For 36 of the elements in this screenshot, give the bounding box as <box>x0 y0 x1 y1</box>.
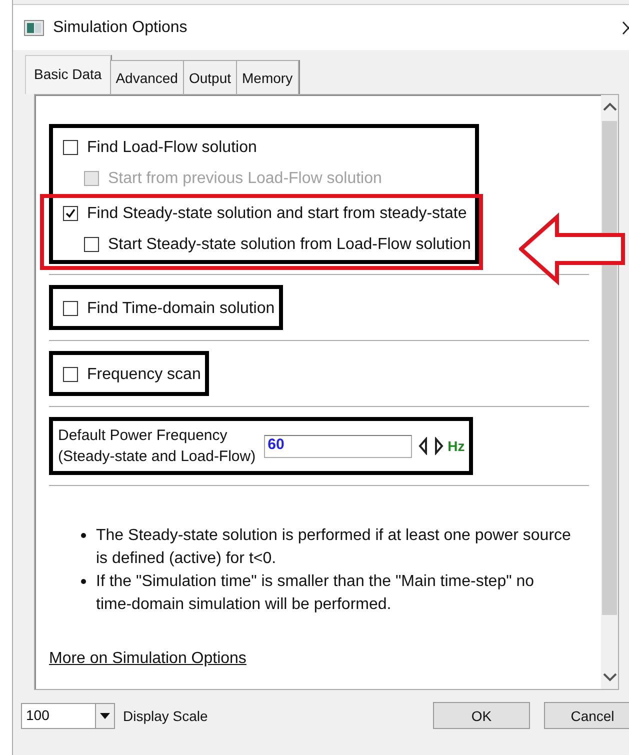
scroll-thumb[interactable] <box>602 121 617 615</box>
scroll-down-icon[interactable] <box>602 671 618 683</box>
scroll-bar[interactable] <box>601 95 618 689</box>
dialog-button[interactable]: OK <box>433 702 530 729</box>
checkbox-label: Frequency scan <box>87 366 201 384</box>
checkbox[interactable] <box>63 140 78 155</box>
bullet-icon <box>81 579 86 584</box>
checkbox-label: Find Load-Flow solution <box>87 138 257 156</box>
checkbox[interactable] <box>63 301 78 316</box>
input-field[interactable]: 60 <box>264 434 412 458</box>
scale-dropdown[interactable]: 100 <box>21 702 115 728</box>
tab[interactable]: Memory <box>236 60 299 94</box>
checkbox-label: Find Time-domain solution <box>87 300 275 318</box>
tab[interactable]: Basic Data <box>25 55 111 94</box>
app-icon <box>24 20 44 36</box>
window-title: Simulation Options <box>53 18 188 36</box>
increment-icon[interactable] <box>434 437 444 455</box>
scale-label: Display Scale <box>123 708 208 724</box>
bullet-icon <box>81 533 86 538</box>
help-link[interactable]: More on Simulation Options <box>49 650 246 668</box>
note-text: The Steady-state solution is performed if at least one power source is defined (active) for t<0. <box>96 526 571 569</box>
dialog-button[interactable]: Cancel <box>544 702 629 729</box>
checkbox-label: Find Steady-state solution and start from steady-state <box>87 204 467 222</box>
checkbox-label: Start Steady-state solution from Load-Flow solution <box>108 236 471 254</box>
tab[interactable]: Output <box>182 60 238 94</box>
field-label: Default Power Frequency (Steady-state and Load-Flow) <box>58 426 256 467</box>
unit-label: Hz <box>448 438 465 454</box>
note-text: If the "Simulation time" is smaller than the "Main time-step" no time-domain simulation will be performed. <box>96 572 536 615</box>
checkbox[interactable] <box>84 237 99 252</box>
scroll-up-icon[interactable] <box>602 101 618 113</box>
checkbox-label: Start from previous Load-Flow solution <box>108 170 382 188</box>
checkbox[interactable] <box>63 206 78 221</box>
tab[interactable]: Advanced <box>110 60 184 94</box>
checkbox[interactable] <box>63 367 78 382</box>
decrement-icon[interactable] <box>418 437 428 455</box>
dropdown-arrow-icon[interactable] <box>100 712 110 718</box>
